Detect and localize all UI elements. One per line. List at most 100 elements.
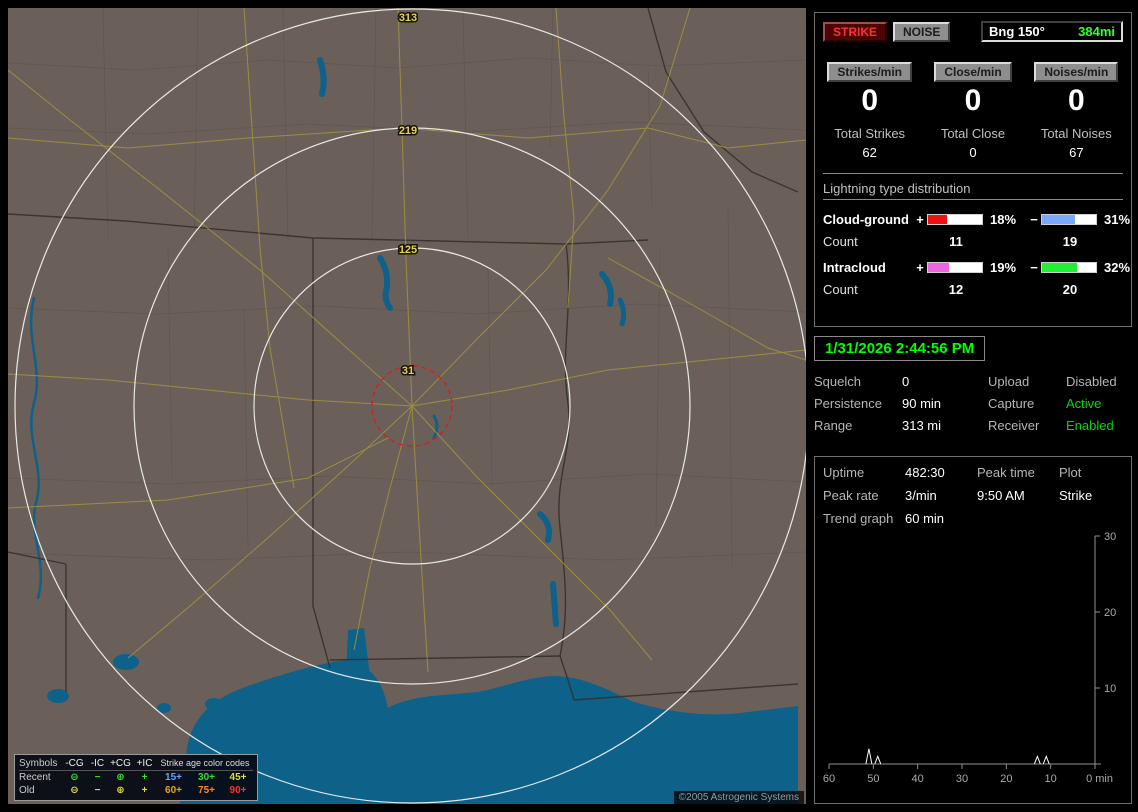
ring-label-31: 31 — [402, 365, 414, 377]
strikes-per-min-button[interactable]: Strikes/min — [827, 62, 913, 82]
capture-label: Capture — [988, 396, 1035, 411]
svg-text:30: 30 — [956, 773, 968, 785]
y-axis-ticks: 30 20 10 — [1095, 531, 1116, 695]
persistence-value: 90 min — [902, 396, 942, 411]
map-legend: Symbols -CG -IC +CG +IC Strike age color… — [14, 754, 258, 801]
bearing-label: Bng 150° — [989, 24, 1045, 39]
svg-text:60: 60 — [823, 773, 835, 785]
cloud-ground-label: Cloud-ground — [823, 212, 909, 227]
rate-values-row: 0 0 0 — [823, 82, 1123, 118]
total-noises-label: Total Noises — [1040, 126, 1112, 141]
legend-recent-label: Recent — [19, 772, 51, 783]
recent-nic-icon: − — [94, 772, 101, 783]
svg-text:40: 40 — [912, 773, 924, 785]
ic-positive-bar — [927, 262, 983, 273]
old-nic-icon: − — [94, 785, 101, 796]
age-30: 30+ — [198, 772, 215, 783]
legend-recent-row: Recent ⊖ − ⊕ + 15+ 30+ 45+ — [19, 771, 253, 784]
strike-button[interactable]: STRIKE — [823, 21, 888, 42]
cg-negative-count: 19 — [1062, 233, 1078, 249]
settings-grid: Squelch 0 Upload Disabled Persistence 90… — [814, 374, 1132, 433]
trend-graph-value: 60 min — [905, 511, 945, 526]
count-label: Count — [823, 233, 858, 249]
close-per-min-value: 0 — [964, 84, 982, 117]
ic-positive-pct: 19% — [990, 260, 1017, 275]
stats-grid: Uptime 482:30 Peak time Plot Peak rate 3… — [823, 465, 1123, 526]
legend-col-nic: -IC — [90, 758, 105, 769]
counters-box: STRIKE NOISE Bng 150° 384mi Strikes/min … — [814, 12, 1132, 327]
legend-old-row: Old ⊖ − ⊕ + 60+ 75+ 90+ — [19, 784, 253, 797]
cg-positive-count: 11 — [949, 233, 963, 249]
peak-rate-value: 3/min — [905, 488, 937, 503]
old-pcg-icon: ⊕ — [116, 785, 125, 796]
bearing-display: Bng 150° 384mi — [981, 21, 1123, 42]
status-section: 1/31/2026 2:44:56 PM Squelch 0 Upload Di… — [814, 336, 1132, 433]
legend-symbols-header: Symbols — [19, 758, 58, 769]
plus-sign: + — [916, 260, 924, 275]
distribution-title: Lightning type distribution — [823, 181, 971, 196]
persistence-label: Persistence — [814, 396, 882, 411]
noises-per-min-button[interactable]: Noises/min — [1034, 62, 1119, 82]
peak-rate-label: Peak rate — [823, 488, 879, 503]
legend-col-pcg: +CG — [110, 758, 131, 769]
lightning-map[interactable]: 313 219 125 31 Symbols -CG -IC +CG +IC S… — [8, 8, 806, 804]
recent-pcg-icon: ⊕ — [116, 772, 125, 783]
squelch-value: 0 — [902, 374, 910, 389]
age-45: 45+ — [229, 772, 247, 783]
cloud-ground-row: Cloud-ground + 18% − 31% — [823, 209, 1130, 230]
timestamp-display: 1/31/2026 2:44:56 PM — [814, 336, 986, 361]
intracloud-row: Intracloud + 19% − 32% — [823, 257, 1130, 278]
legend-col-pic: +IC — [136, 758, 153, 769]
peak-time-label: Peak time — [977, 465, 1035, 480]
rate-buttons-row: Strikes/min Close/min Noises/min — [823, 62, 1123, 82]
plot-value: Strike — [1059, 488, 1093, 503]
noises-per-min-value: 0 — [1067, 84, 1085, 117]
total-labels-row: Total Strikes Total Close Total Noises — [823, 118, 1123, 141]
copyright-text: ©2005 Astrogenic Systems — [673, 791, 804, 804]
cg-positive-bar — [927, 214, 983, 225]
recent-ncg-icon: ⊖ — [70, 772, 79, 783]
peak-time-value: 9:50 AM — [977, 488, 1025, 503]
cloud-ground-count-row: Count 11 19 — [823, 230, 1123, 252]
svg-text:10: 10 — [1104, 683, 1116, 695]
squelch-label: Squelch — [814, 374, 861, 389]
noise-button[interactable]: NOISE — [893, 21, 951, 42]
old-ncg-icon: ⊖ — [70, 785, 79, 796]
trend-graph-label: Trend graph — [823, 511, 894, 526]
upload-label: Upload — [988, 374, 1030, 389]
total-close-label: Total Close — [940, 126, 1006, 141]
total-close-value: 0 — [969, 145, 977, 160]
plus-sign: + — [916, 212, 924, 227]
trend-box: Uptime 482:30 Peak time Plot Peak rate 3… — [814, 456, 1132, 804]
divider — [823, 173, 1123, 174]
ring-label-219: 219 — [399, 125, 417, 137]
range-value: 313 mi — [902, 418, 942, 433]
receiver-label: Receiver — [988, 418, 1040, 433]
mode-row: STRIKE NOISE Bng 150° 384mi — [823, 21, 1123, 42]
minus-sign: − — [1030, 260, 1038, 275]
bearing-value: 384mi — [1078, 24, 1115, 39]
divider — [823, 199, 1123, 200]
old-pic-icon: + — [141, 785, 148, 796]
upload-value: Disabled — [1066, 374, 1117, 389]
minus-sign: − — [1030, 212, 1038, 227]
close-per-min-button[interactable]: Close/min — [934, 62, 1012, 82]
total-strikes-label: Total Strikes — [834, 126, 906, 141]
uptime-label: Uptime — [823, 465, 865, 480]
ic-negative-bar — [1041, 262, 1097, 273]
svg-text:0 min: 0 min — [1086, 773, 1113, 785]
cg-negative-pct: 31% — [1104, 212, 1131, 227]
cg-negative-bar — [1041, 214, 1097, 225]
svg-text:20: 20 — [1104, 607, 1116, 619]
legend-header-row: Symbols -CG -IC +CG +IC Strike age color… — [19, 757, 253, 771]
legend-col-ncg: -CG — [65, 758, 84, 769]
total-values-row: 62 0 67 — [823, 141, 1123, 160]
age-15: 15+ — [165, 772, 182, 783]
svg-text:30: 30 — [1104, 532, 1116, 543]
strike-spikes — [865, 748, 1050, 765]
age-75: 75+ — [198, 785, 215, 796]
uptime-value: 482:30 — [905, 465, 945, 480]
intracloud-count-row: Count 12 20 — [823, 278, 1123, 300]
svg-text:20: 20 — [1000, 773, 1012, 785]
trend-graph: 60 50 40 30 20 10 0 min 30 20 10 — [823, 531, 1116, 785]
